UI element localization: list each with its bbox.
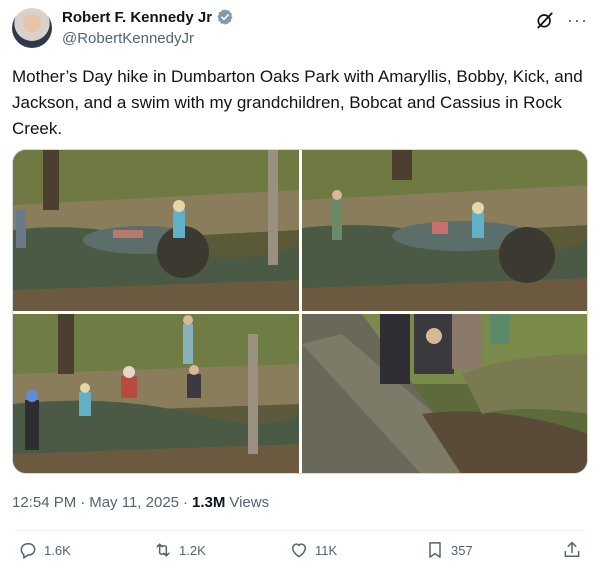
grok-icon[interactable] <box>535 10 555 30</box>
author-handle[interactable]: @RobertKennedyJr <box>62 30 194 47</box>
avatar[interactable] <box>12 8 52 48</box>
tweet-top-actions: ··· <box>535 10 588 30</box>
photo-2[interactable] <box>302 150 587 311</box>
like-button[interactable]: 11K <box>289 540 337 560</box>
tweet-text: Mother’s Day hike in Dumbarton Oaks Park… <box>12 67 583 138</box>
action-bar: 1.6K 1.2K 11K 357 <box>0 540 600 568</box>
bookmark-button[interactable]: 357 <box>425 540 473 560</box>
photo-3[interactable] <box>13 314 299 473</box>
retweet-count: 1.2K <box>179 542 206 558</box>
author-display-name[interactable]: Robert F. Kennedy Jr <box>62 9 212 26</box>
share-button[interactable] <box>562 540 582 560</box>
like-count: 11K <box>315 542 338 558</box>
media-grid[interactable] <box>12 149 588 474</box>
views-count: 1.3M <box>192 494 226 511</box>
tweet-date[interactable]: May 11, 2025 <box>89 494 179 511</box>
retweet-icon <box>156 543 170 557</box>
retweet-button[interactable]: 1.2K <box>153 540 206 560</box>
meta-separator: · <box>80 494 86 511</box>
meta-separator: · <box>183 494 188 511</box>
share-icon <box>564 541 580 557</box>
reply-count: 1.6K <box>44 542 71 558</box>
bookmark-count: 357 <box>451 542 473 558</box>
views-label: Views <box>229 494 270 511</box>
verified-badge-icon <box>217 9 233 25</box>
photo-1[interactable] <box>13 150 299 311</box>
divider <box>12 530 588 531</box>
more-icon[interactable]: ··· <box>567 11 588 29</box>
tweet-meta: 12:54 PM · May 11, 2025 · 1.3M Views <box>12 494 269 511</box>
reply-button[interactable]: 1.6K <box>18 540 71 560</box>
author-name-row: Robert F. Kennedy Jr <box>62 8 234 26</box>
reply-icon <box>20 543 36 559</box>
tweet-time[interactable]: 12:54 PM <box>12 494 76 511</box>
photo-4[interactable] <box>302 314 587 473</box>
bookmark-icon <box>429 542 441 558</box>
tweet-card: Robert F. Kennedy Jr @RobertKennedyJr ··… <box>0 0 600 577</box>
heart-icon <box>292 543 306 558</box>
